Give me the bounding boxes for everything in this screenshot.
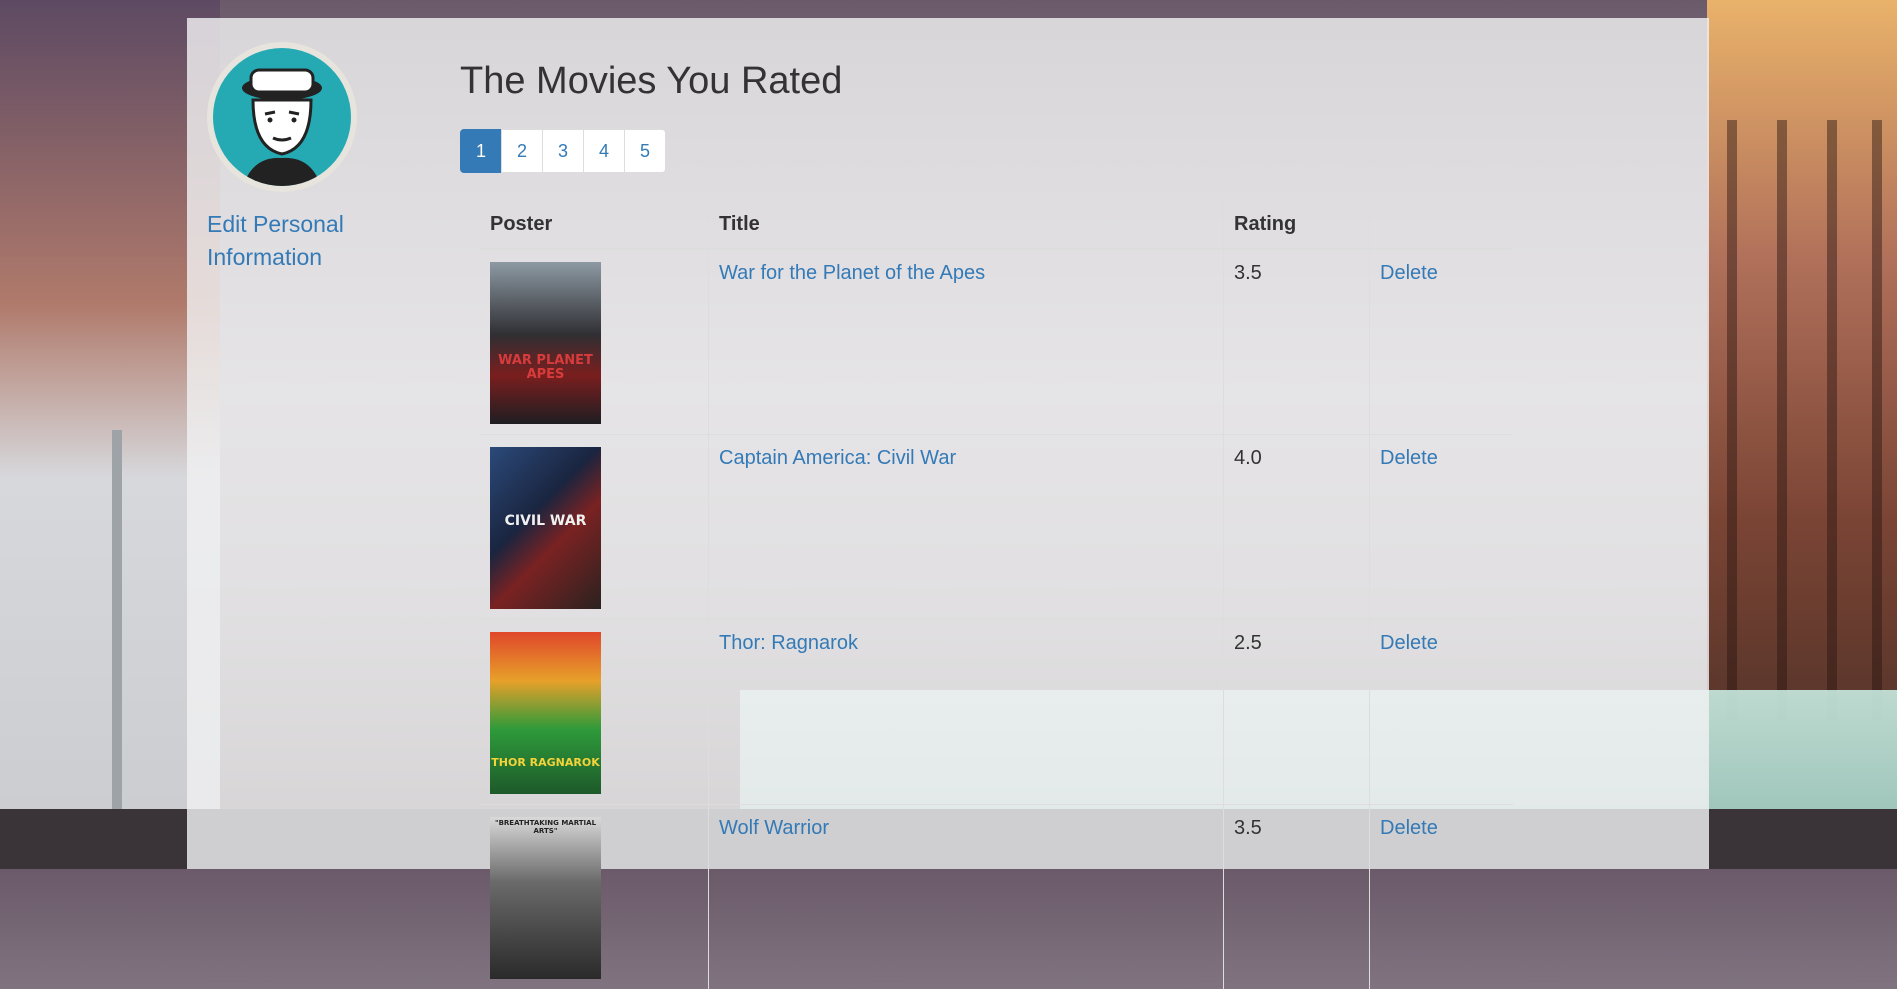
delete-link[interactable]: Delete [1380, 262, 1438, 284]
delete-link[interactable]: Delete [1380, 447, 1438, 469]
delete-link[interactable]: Delete [1380, 632, 1438, 654]
rating-cell: 3.5 [1224, 249, 1370, 435]
page-button-3[interactable]: 3 [542, 129, 584, 173]
page-title: The Movies You Rated [460, 58, 1560, 104]
delete-link[interactable]: Delete [1380, 817, 1438, 839]
background-lamp [112, 430, 122, 869]
table-row: THOR RAGNAROK Thor: Ragnarok 2.5 Delete [480, 620, 1513, 805]
page-button-2[interactable]: 2 [501, 129, 543, 173]
rating-cell: 2.5 [1224, 620, 1370, 805]
poster-cell: THOR RAGNAROK [480, 620, 709, 805]
action-cell: Delete [1370, 249, 1514, 435]
page-button-4[interactable]: 4 [583, 129, 625, 173]
title-cell: War for the Planet of the Apes [709, 249, 1224, 435]
page-button-5[interactable]: 5 [624, 129, 666, 173]
rating-cell: 3.5 [1224, 805, 1370, 989]
header-poster: Poster [480, 200, 709, 249]
table-row: CIVIL WAR Captain America: Civil War 4.0… [480, 435, 1513, 620]
movie-poster: THOR RAGNAROK [490, 632, 601, 794]
movie-poster: WAR PLANET APES [490, 262, 601, 424]
content-panel: Edit Personal Information The Movies You… [187, 18, 1709, 869]
movie-title-link[interactable]: Wolf Warrior [719, 817, 829, 839]
title-cell: Wolf Warrior [709, 805, 1224, 989]
sidebar: Edit Personal Information [207, 42, 387, 274]
edit-personal-info-link[interactable]: Edit Personal Information [207, 208, 387, 274]
action-cell: Delete [1370, 435, 1514, 620]
movie-title-link[interactable]: War for the Planet of the Apes [719, 262, 985, 284]
movie-title-link[interactable]: Captain America: Civil War [719, 447, 956, 469]
title-cell: Captain America: Civil War [709, 435, 1224, 620]
movie-title-link[interactable]: Thor: Ragnarok [719, 632, 858, 654]
action-cell: Delete [1370, 805, 1514, 989]
header-rating: Rating [1224, 200, 1370, 249]
rating-cell: 4.0 [1224, 435, 1370, 620]
header-title: Title [709, 200, 1224, 249]
poster-cell: WAR PLANET APES [480, 249, 709, 435]
movie-poster: CIVIL WAR [490, 447, 601, 609]
cartoon-avatar-icon [213, 48, 351, 186]
poster-caption: "BREATHTAKING MARTIAL ARTS" [490, 819, 601, 835]
table-row: "BREATHTAKING MARTIAL ARTS" Wolf Warrior… [480, 805, 1513, 989]
header-action [1370, 200, 1514, 249]
poster-cell: "BREATHTAKING MARTIAL ARTS" [480, 805, 709, 989]
poster-caption: WAR PLANET APES [490, 354, 601, 382]
page-button-1[interactable]: 1 [460, 129, 502, 173]
pagination: 1 2 3 4 5 [460, 129, 1560, 173]
avatar [207, 42, 357, 192]
movie-poster: "BREATHTAKING MARTIAL ARTS" [490, 817, 601, 979]
poster-cell: CIVIL WAR [480, 435, 709, 620]
poster-caption: CIVIL WAR [490, 513, 601, 529]
table-header-row: Poster Title Rating [480, 200, 1513, 249]
title-cell: Thor: Ragnarok [709, 620, 1224, 805]
action-cell: Delete [1370, 620, 1514, 805]
poster-caption: THOR RAGNAROK [490, 757, 601, 769]
main-content: The Movies You Rated 1 2 3 4 5 Poster Ti… [460, 38, 1560, 989]
rated-movies-table: Poster Title Rating WAR PLANET APES War … [480, 200, 1513, 989]
table-row: WAR PLANET APES War for the Planet of th… [480, 249, 1513, 435]
